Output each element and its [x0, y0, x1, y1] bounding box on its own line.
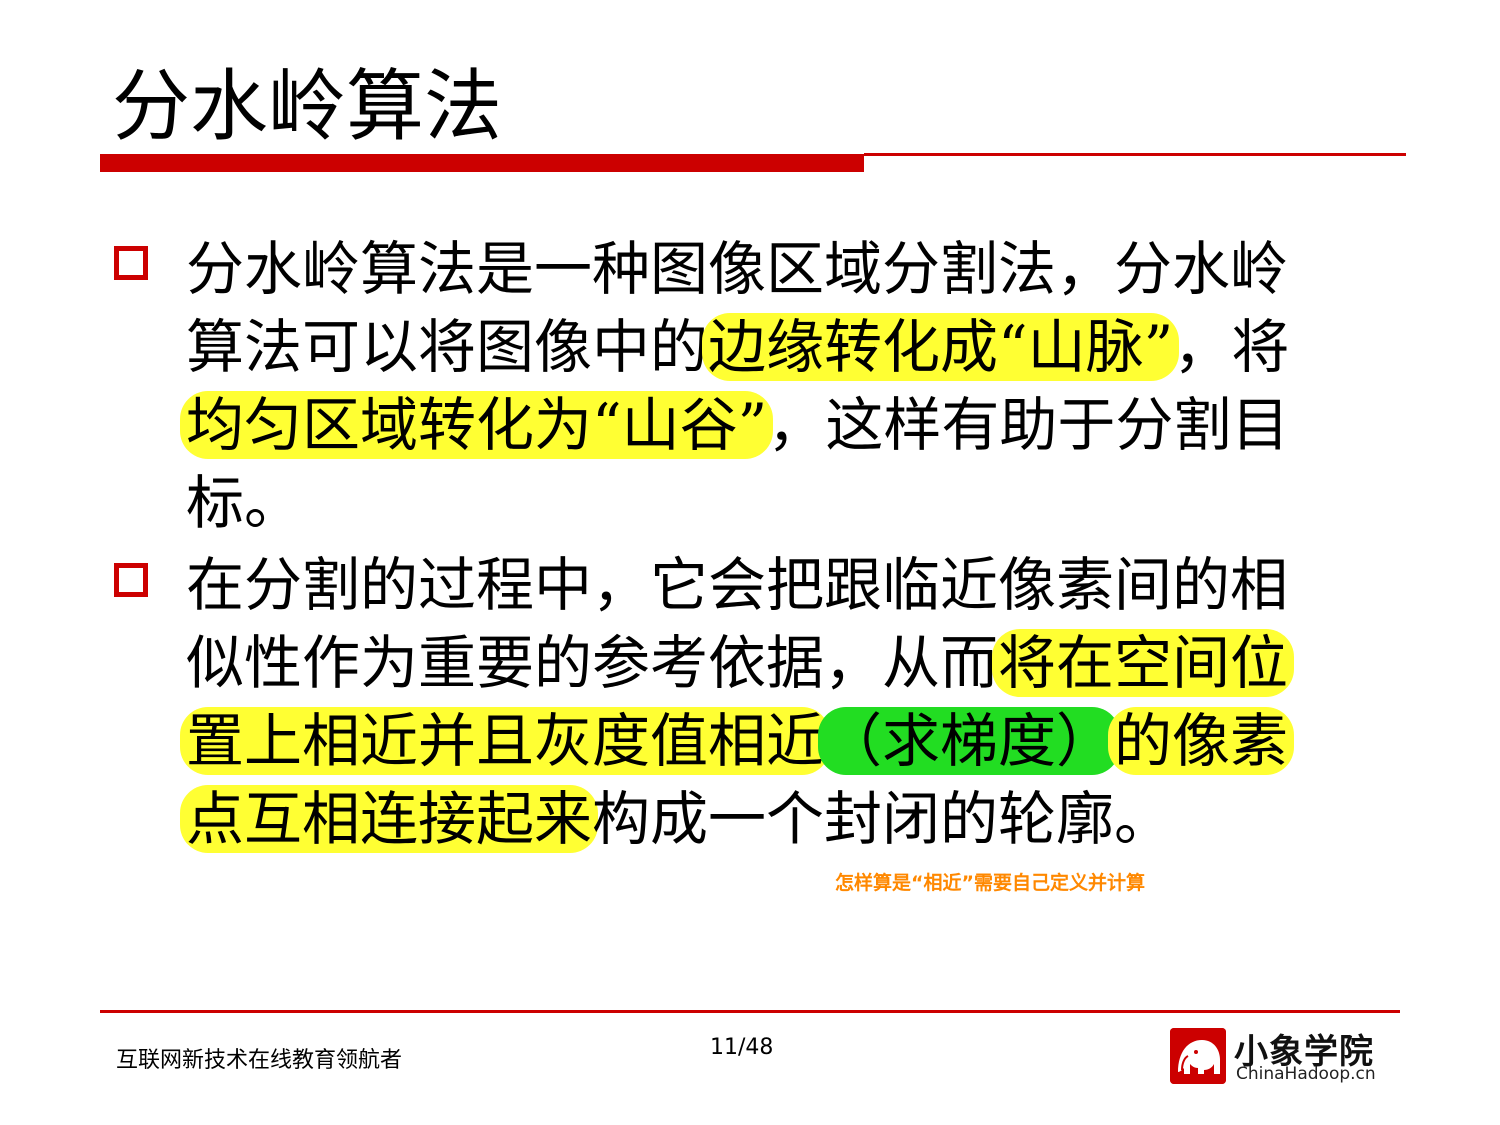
highlight-yellow: 边缘转化成“山脉”	[702, 313, 1180, 381]
footer-slogan: 互联网新技术在线教育领航者	[116, 1048, 403, 1073]
bullet-paragraph-1: 分水岭算法是一种图像区域分割法，分水岭 算法可以将图像中的边缘转化成“山脉”，将…	[180, 230, 1290, 542]
logo-url: ChinaHadoop.cn	[1236, 1064, 1376, 1084]
title-rule-thin	[864, 153, 1406, 156]
highlight-yellow: 置上相近并且灰度值相近	[180, 707, 831, 775]
annotation-note: 怎样算是“相近”需要自己定义并计算	[835, 872, 1145, 894]
bullet1-line4: 标。	[186, 469, 303, 537]
footer-rule	[100, 1010, 1400, 1013]
highlight-yellow: 均匀区域转化为“山谷”	[180, 391, 774, 459]
bullet1-line2: 算法可以将图像中的边缘转化成“山脉”，将	[186, 313, 1290, 381]
bullet1-line3: 均匀区域转化为“山谷”，这样有助于分割目	[180, 386, 1289, 464]
elephant-logo-icon	[1170, 1028, 1226, 1084]
highlight-yellow: 将在空间位	[992, 629, 1295, 697]
bullet2-line1: 在分割的过程中，它会把跟临近像素间的相	[186, 551, 1289, 619]
highlight-green: （求梯度）	[818, 707, 1121, 775]
bullet-square-icon	[114, 246, 148, 280]
highlight-yellow: 的像素	[1108, 707, 1295, 775]
bullet-paragraph-2: 在分割的过程中，它会把跟临近像素间的相 似性作为重要的参考依据，从而将在空间位 …	[180, 546, 1295, 858]
bullet2-line4: 点互相连接起来构成一个封闭的轮廓。	[180, 780, 1288, 858]
bullet1-line1: 分水岭算法是一种图像区域分割法，分水岭	[186, 235, 1289, 303]
bullet-square-icon	[114, 563, 148, 597]
title-rule-thick	[100, 154, 864, 172]
page-number: 11/48	[710, 1035, 774, 1060]
bullet2-line3: 置上相近并且灰度值相近（求梯度）的像素	[180, 702, 1295, 780]
bullet2-line2: 似性作为重要的参考依据，从而将在空间位	[186, 624, 1295, 702]
slide-title: 分水岭算法	[112, 62, 503, 152]
brand-logo: 小象学院 ChinaHadoop.cn	[1170, 1028, 1390, 1086]
highlight-yellow: 点互相连接起来	[180, 785, 599, 853]
